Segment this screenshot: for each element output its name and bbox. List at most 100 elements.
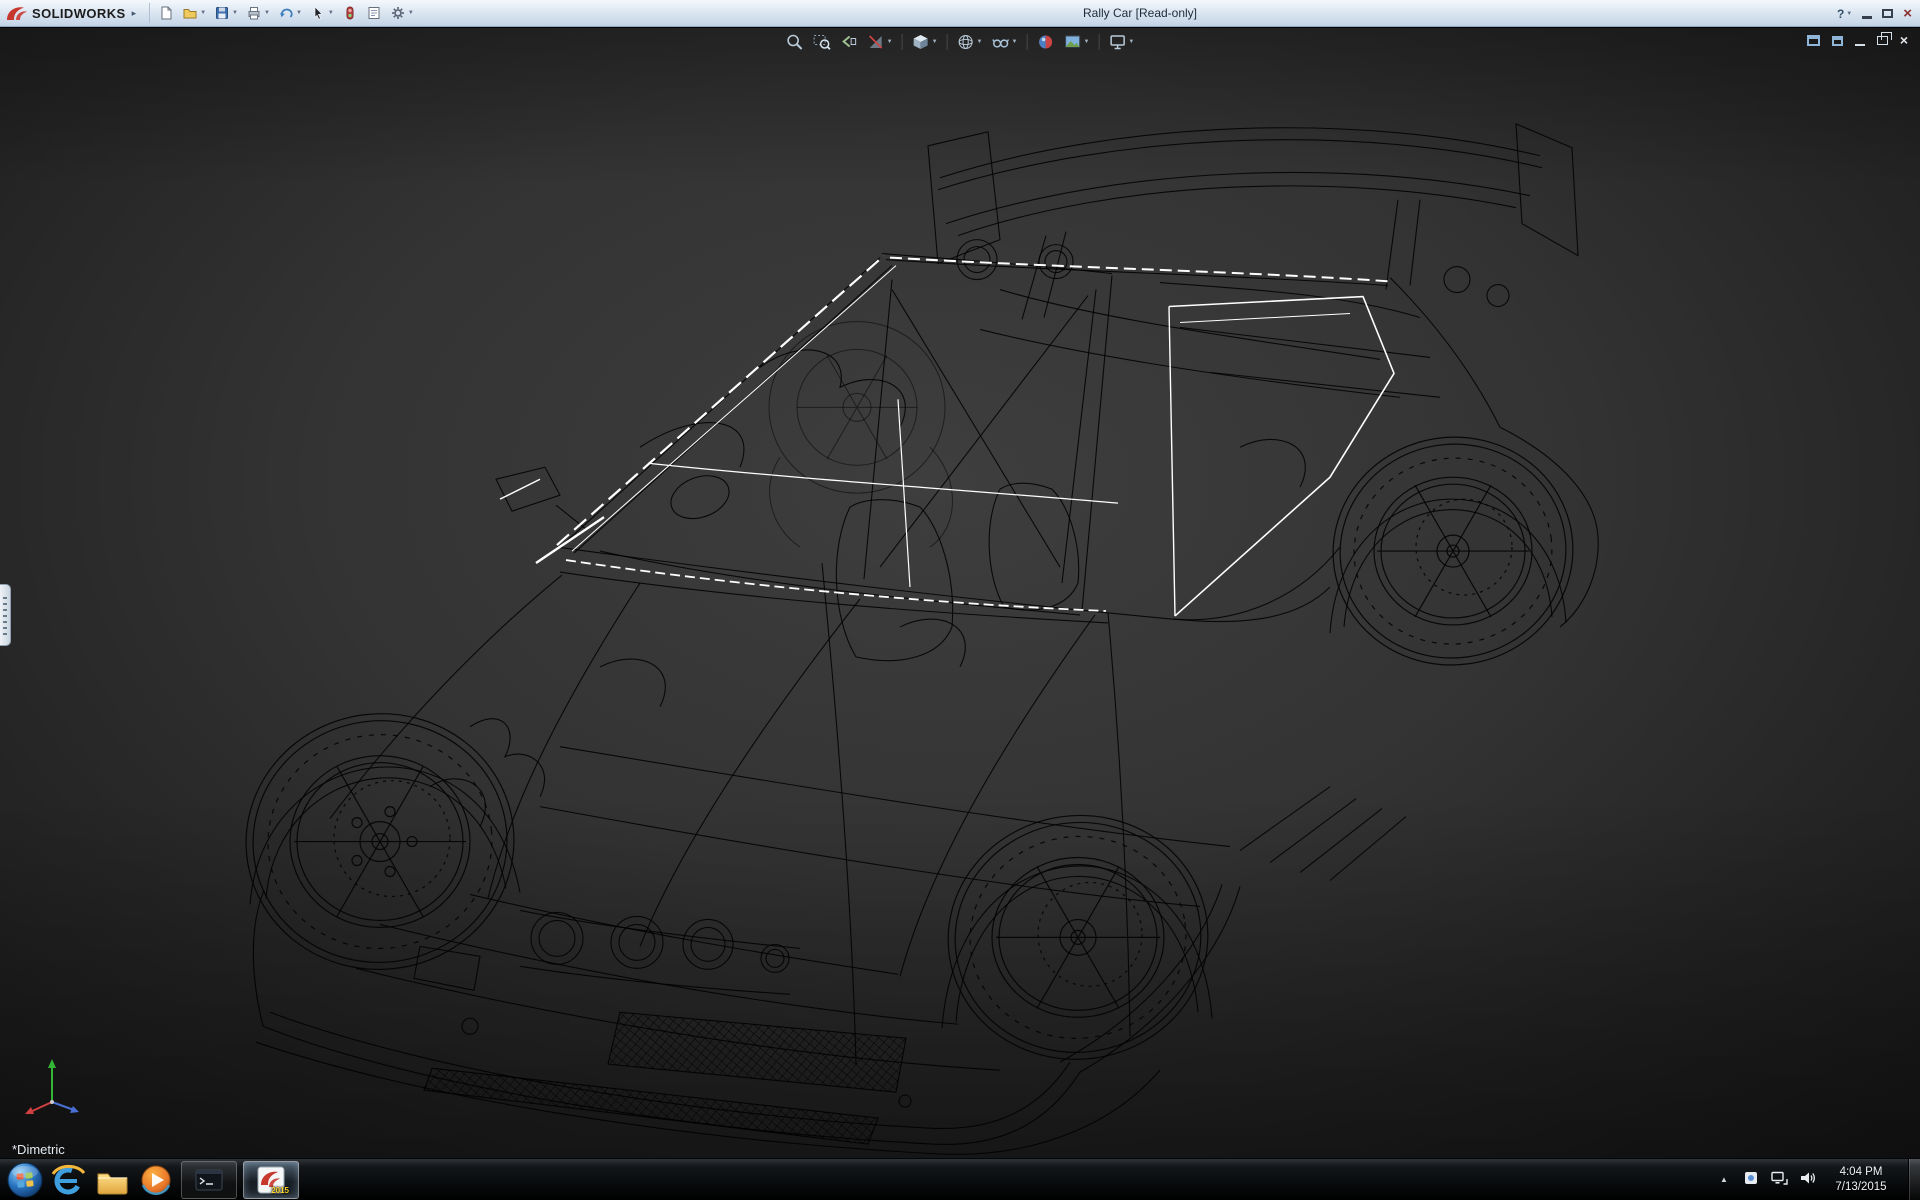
command-prompt-task-button[interactable] bbox=[181, 1161, 237, 1199]
dropdown-arrow-icon[interactable]: ▼ bbox=[1128, 39, 1134, 45]
dropdown-arrow-icon[interactable]: ▼ bbox=[977, 39, 983, 45]
network-status-button[interactable] bbox=[1770, 1170, 1788, 1189]
previous-view-button[interactable] bbox=[837, 31, 861, 53]
dropdown-arrow-icon[interactable]: ▼ bbox=[264, 10, 270, 16]
dropdown-arrow-icon[interactable]: ▼ bbox=[200, 10, 206, 16]
chevron-up-icon: ▲ bbox=[1720, 1175, 1728, 1184]
wireframe-car-model bbox=[0, 28, 1920, 1158]
select-cursor-icon bbox=[310, 5, 326, 21]
orientation-triad bbox=[22, 1054, 86, 1118]
toolbar-separator bbox=[1098, 34, 1099, 50]
windows-start-orb-icon bbox=[6, 1161, 44, 1199]
close-icon: × bbox=[1900, 32, 1908, 48]
internet-explorer-button[interactable] bbox=[46, 1160, 90, 1200]
clock[interactable]: 4:04 PM 7/13/2015 bbox=[1827, 1165, 1895, 1195]
zoom-to-fit-button[interactable] bbox=[783, 31, 807, 53]
clock-time: 4:04 PM bbox=[1827, 1165, 1895, 1180]
new-window-icon bbox=[1807, 35, 1820, 46]
apply-scene-button[interactable]: ▼ bbox=[1060, 31, 1092, 53]
options-button[interactable]: ▼ bbox=[387, 3, 417, 23]
doc-close-button[interactable]: × bbox=[1900, 33, 1908, 48]
doc-minimize-button[interactable] bbox=[1855, 35, 1865, 46]
print-button[interactable]: ▼ bbox=[243, 3, 273, 23]
dropdown-arrow-icon[interactable]: ▼ bbox=[296, 10, 302, 16]
clock-date: 7/13/2015 bbox=[1827, 1180, 1895, 1195]
maximize-button[interactable] bbox=[1882, 9, 1893, 18]
edit-appearance-button[interactable] bbox=[1033, 31, 1057, 53]
help-button[interactable]: ? ▼ bbox=[1837, 7, 1852, 21]
titlebar: SOLIDWORKS ▸ ▼ ▼ bbox=[0, 0, 1920, 27]
view-orientation-button[interactable]: ▼ bbox=[909, 31, 941, 53]
tray-program-button[interactable] bbox=[1743, 1170, 1759, 1189]
solidworks-logo-icon bbox=[6, 5, 28, 21]
document-window-controls: × bbox=[1807, 33, 1908, 48]
start-button[interactable] bbox=[4, 1159, 46, 1200]
headsup-view-toolbar: ▼ ▼ ▼ bbox=[783, 31, 1138, 53]
solidworks-task-button[interactable]: 2015 bbox=[243, 1161, 299, 1199]
sheet-properties-button[interactable] bbox=[363, 3, 385, 23]
zoom-to-fit-icon bbox=[786, 33, 804, 51]
solidworks-window: SOLIDWORKS ▸ ▼ ▼ bbox=[0, 0, 1920, 1200]
maximize-icon bbox=[1882, 9, 1893, 18]
toolbar-separator bbox=[947, 34, 948, 50]
undo-icon bbox=[278, 5, 294, 21]
open-button[interactable]: ▼ bbox=[179, 3, 209, 23]
solidworks-menu[interactable]: SOLIDWORKS ▸ bbox=[0, 5, 144, 21]
edit-appearance-ball-icon bbox=[1036, 33, 1054, 51]
save-icon bbox=[214, 5, 230, 21]
speaker-icon bbox=[1799, 1170, 1816, 1186]
open-icon bbox=[182, 5, 198, 21]
volume-button[interactable] bbox=[1799, 1170, 1816, 1189]
doc-restore-button[interactable] bbox=[1877, 36, 1888, 45]
dropdown-arrow-icon[interactable]: ▼ bbox=[232, 10, 238, 16]
toolbar-separator bbox=[1026, 34, 1027, 50]
dropdown-arrow-icon[interactable]: ▼ bbox=[932, 39, 938, 45]
graphics-area[interactable]: ▼ ▼ ▼ bbox=[0, 28, 1920, 1158]
dropdown-arrow-icon[interactable]: ▼ bbox=[1083, 39, 1089, 45]
solidworks-version-badge: 2015 bbox=[271, 1186, 289, 1195]
zoom-to-area-button[interactable] bbox=[810, 31, 834, 53]
close-button[interactable]: × bbox=[1903, 6, 1912, 21]
doc-new-window-button[interactable] bbox=[1807, 35, 1820, 46]
new-document-icon bbox=[158, 5, 174, 21]
hide-show-items-button[interactable]: ▼ bbox=[989, 31, 1021, 53]
menu-flyout-arrow-icon[interactable]: ▸ bbox=[132, 8, 137, 19]
section-view-button[interactable]: ▼ bbox=[864, 31, 896, 53]
cascade-windows-icon bbox=[1832, 36, 1843, 46]
restore-icon bbox=[1877, 36, 1888, 45]
toolbar-separator bbox=[902, 34, 903, 50]
media-player-button[interactable] bbox=[134, 1160, 178, 1200]
close-icon: × bbox=[1903, 5, 1912, 22]
print-icon bbox=[246, 5, 262, 21]
dropdown-arrow-icon[interactable]: ▼ bbox=[328, 10, 334, 16]
dropdown-arrow-icon: ▼ bbox=[1846, 11, 1852, 17]
display-style-button[interactable]: ▼ bbox=[954, 31, 986, 53]
featuremanager-collapsed-tab[interactable] bbox=[0, 584, 11, 646]
dropdown-arrow-icon[interactable]: ▼ bbox=[1012, 39, 1018, 45]
dropdown-arrow-icon[interactable]: ▼ bbox=[887, 39, 893, 45]
doc-cascade-button[interactable] bbox=[1832, 36, 1843, 46]
view-settings-icon bbox=[1108, 33, 1126, 51]
minimize-button[interactable] bbox=[1862, 8, 1872, 19]
save-button[interactable]: ▼ bbox=[211, 3, 241, 23]
windows-explorer-button[interactable] bbox=[90, 1160, 134, 1200]
section-view-icon bbox=[867, 33, 885, 51]
zoom-to-area-icon bbox=[813, 33, 831, 51]
show-hidden-icons-button[interactable]: ▲ bbox=[1716, 1175, 1732, 1184]
sheet-properties-icon bbox=[366, 5, 382, 21]
view-orientation-cube-icon bbox=[912, 33, 930, 51]
network-icon bbox=[1770, 1170, 1788, 1186]
undo-button[interactable]: ▼ bbox=[275, 3, 305, 23]
minimize-icon bbox=[1855, 44, 1865, 46]
new-document-button[interactable] bbox=[155, 3, 177, 23]
view-settings-button[interactable]: ▼ bbox=[1105, 31, 1137, 53]
select-button[interactable]: ▼ bbox=[307, 3, 337, 23]
brand-name: SOLIDWORKS bbox=[32, 6, 126, 21]
display-style-icon bbox=[957, 33, 975, 51]
rebuild-button[interactable] bbox=[339, 3, 361, 23]
dropdown-arrow-icon[interactable]: ▼ bbox=[408, 10, 414, 16]
media-player-icon bbox=[137, 1161, 175, 1199]
system-tray: ▲ 4:04 PM bbox=[1716, 1159, 1920, 1200]
show-desktop-button[interactable] bbox=[1908, 1159, 1920, 1200]
tray-program-icon bbox=[1743, 1170, 1759, 1186]
